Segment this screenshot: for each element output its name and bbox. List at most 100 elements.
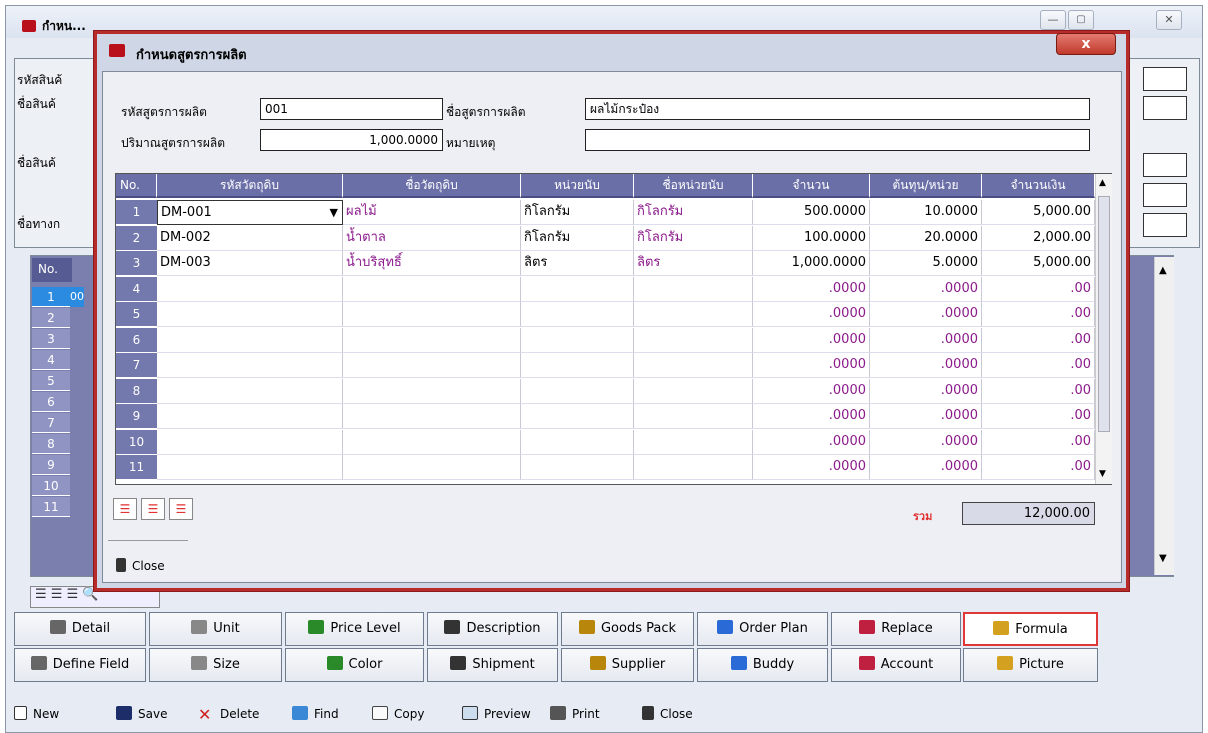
- grid-cell-amount[interactable]: 5,000.00: [982, 251, 1095, 276]
- grid-cell-qty[interactable]: .0000: [753, 378, 870, 404]
- grid-cell-amount[interactable]: .00: [982, 276, 1095, 302]
- grid-cell-unit-name[interactable]: กิโลกรัม: [634, 200, 753, 225]
- tab-picture[interactable]: Picture: [963, 648, 1098, 682]
- grid-cell-unit[interactable]: [521, 429, 634, 455]
- grid-cell-amount[interactable]: 5,000.00: [982, 200, 1095, 225]
- insert-row-icon[interactable]: ☰: [113, 498, 137, 520]
- preview-button[interactable]: Preview: [462, 702, 531, 726]
- tab-color[interactable]: Color: [285, 648, 424, 682]
- product-grid-row-number[interactable]: 9: [32, 455, 70, 475]
- grid-row-number[interactable]: 10: [116, 429, 157, 455]
- grid-cell-cost[interactable]: .0000: [870, 404, 982, 429]
- grid-cell-unit-name[interactable]: [634, 404, 753, 429]
- grid-cell-unit-name[interactable]: [634, 327, 753, 353]
- grid-header-cell[interactable]: หน่วยนับ: [521, 174, 634, 198]
- grid-cell-code[interactable]: [157, 353, 343, 378]
- product-grid-row-number[interactable]: 10: [32, 476, 70, 496]
- grid-cell-cost[interactable]: .0000: [870, 378, 982, 404]
- grid-cell-name[interactable]: [343, 404, 521, 429]
- grid-cell-name[interactable]: น้ำตาล: [343, 225, 521, 251]
- grid-cell-code[interactable]: DM-001 ▼: [157, 200, 343, 225]
- grid-header-cell[interactable]: รหัสวัตถุดิบ: [157, 174, 343, 198]
- grid-cell-unit[interactable]: ลิตร: [521, 251, 634, 276]
- tab-account[interactable]: Account: [831, 648, 961, 682]
- save-button[interactable]: Save: [116, 702, 167, 726]
- product-grid-row-number[interactable]: 3: [32, 329, 70, 349]
- grid-cell-unit[interactable]: [521, 455, 634, 480]
- grid-cell-qty[interactable]: .0000: [753, 455, 870, 480]
- product-grid-selected-code[interactable]: 00: [70, 287, 84, 307]
- grid-cell-unit[interactable]: [521, 353, 634, 378]
- grid-header-cell[interactable]: ชื่อวัตถุดิบ: [343, 174, 521, 198]
- grid-cell-unit[interactable]: [521, 404, 634, 429]
- grid-cell-amount[interactable]: .00: [982, 353, 1095, 378]
- grid-cell-qty[interactable]: .0000: [753, 353, 870, 378]
- grid-cell-unit[interactable]: กิโลกรัม: [521, 225, 634, 251]
- grid-row-number[interactable]: 5: [116, 302, 157, 327]
- grid-cell-amount[interactable]: .00: [982, 404, 1095, 429]
- grid-scroll-thumb[interactable]: [1098, 196, 1110, 432]
- grid-cell-name[interactable]: [343, 327, 521, 353]
- grid-cell-unit-name[interactable]: [634, 378, 753, 404]
- grid-cell-cost[interactable]: .0000: [870, 429, 982, 455]
- grid-cell-qty[interactable]: 1,000.0000: [753, 251, 870, 276]
- grid-cell-qty[interactable]: 100.0000: [753, 225, 870, 251]
- grid-cell-unit[interactable]: กิโลกรัม: [521, 200, 634, 225]
- grid-cell-unit[interactable]: [521, 378, 634, 404]
- product-window-close-button[interactable]: ✕: [1156, 10, 1182, 30]
- tab-description[interactable]: Description: [427, 612, 558, 646]
- formula-qty-input[interactable]: 1,000.0000: [260, 129, 443, 151]
- grid-header-cell[interactable]: ชื่อหน่วยนับ: [634, 174, 753, 198]
- grid-cell-unit-name[interactable]: [634, 302, 753, 327]
- scroll-up-arrow-icon[interactable]: ▲: [1159, 265, 1167, 276]
- grid-cell-code[interactable]: DM-003: [157, 251, 343, 276]
- grid-cell-name[interactable]: [343, 353, 521, 378]
- material-grid-scrollbar[interactable]: ▲ ▼: [1095, 174, 1112, 484]
- grid-cell-amount[interactable]: .00: [982, 455, 1095, 480]
- formula-remark-input[interactable]: [585, 129, 1090, 151]
- grid-cell-unit-name[interactable]: [634, 455, 753, 480]
- grid-row-number[interactable]: 6: [116, 327, 157, 353]
- grid-scroll-up-icon[interactable]: ▲: [1099, 178, 1106, 188]
- grid-row-number[interactable]: 2: [116, 225, 157, 251]
- grid-cell-code[interactable]: [157, 276, 343, 302]
- tab-define-field[interactable]: Define Field: [14, 648, 146, 682]
- tab-supplier[interactable]: Supplier: [561, 648, 694, 682]
- tab-detail[interactable]: Detail: [14, 612, 146, 646]
- grid-cell-code[interactable]: [157, 327, 343, 353]
- grid-cell-cost[interactable]: 20.0000: [870, 225, 982, 251]
- grid-cell-qty[interactable]: .0000: [753, 276, 870, 302]
- add-row-icon[interactable]: ☰: [141, 498, 165, 520]
- tab-buddy[interactable]: Buddy: [697, 648, 828, 682]
- grid-cell-cost[interactable]: 5.0000: [870, 251, 982, 276]
- grid-cell-unit-name[interactable]: [634, 276, 753, 302]
- grid-cell-unit[interactable]: [521, 302, 634, 327]
- formula-name-input[interactable]: ผลไม้กระป๋อง: [585, 98, 1090, 120]
- tab-replace[interactable]: Replace: [831, 612, 961, 646]
- scroll-down-arrow-icon[interactable]: ▼: [1159, 553, 1167, 564]
- grid-header-cell[interactable]: จำนวนเงิน: [982, 174, 1095, 198]
- grid-cell-unit-name[interactable]: กิโลกรัม: [634, 225, 753, 251]
- grid-cell-cost[interactable]: .0000: [870, 276, 982, 302]
- grid-row-number[interactable]: 3: [116, 251, 157, 276]
- code-dropdown-icon[interactable]: ▼: [330, 201, 338, 224]
- grid-row-number[interactable]: 11: [116, 455, 157, 480]
- tab-order-plan[interactable]: Order Plan: [697, 612, 828, 646]
- grid-row-number[interactable]: 8: [116, 378, 157, 404]
- grid-header-cell[interactable]: จำนวน: [753, 174, 870, 198]
- grid-cell-name[interactable]: [343, 378, 521, 404]
- product-grid-row-number[interactable]: 7: [32, 413, 70, 433]
- grid-cell-code[interactable]: [157, 429, 343, 455]
- grid-cell-qty[interactable]: .0000: [753, 302, 870, 327]
- grid-cell-qty[interactable]: .0000: [753, 404, 870, 429]
- grid-cell-cost[interactable]: .0000: [870, 353, 982, 378]
- product-grid-row-number[interactable]: 6: [32, 392, 70, 412]
- grid-cell-code[interactable]: [157, 302, 343, 327]
- formula-code-input[interactable]: 001: [260, 98, 443, 120]
- grid-cell-amount[interactable]: 2,000.00: [982, 225, 1095, 251]
- minimize-button[interactable]: —: [1040, 10, 1066, 30]
- grid-cell-amount[interactable]: .00: [982, 378, 1095, 404]
- grid-cell-unit-name[interactable]: [634, 429, 753, 455]
- grid-cell-amount[interactable]: .00: [982, 429, 1095, 455]
- grid-cell-unit[interactable]: [521, 276, 634, 302]
